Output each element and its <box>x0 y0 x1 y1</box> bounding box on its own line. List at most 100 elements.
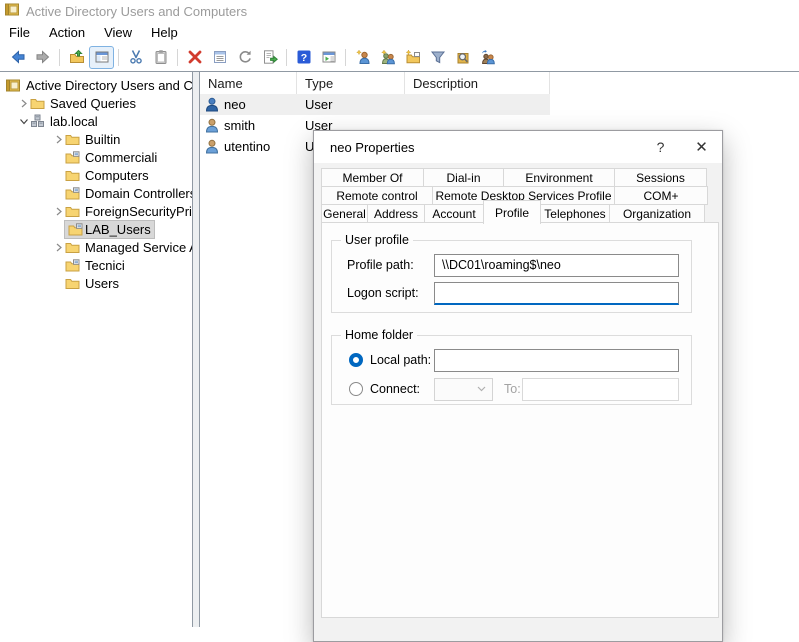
forward-icon[interactable] <box>30 46 55 69</box>
tab-account[interactable]: Account <box>424 204 484 223</box>
list-cell-name: smith <box>224 118 255 133</box>
tree-item-root[interactable]: Active Directory Users and Com <box>0 76 192 94</box>
folder-icon <box>65 168 80 182</box>
connect-radio[interactable]: Connect: <box>349 382 420 396</box>
console-window-icon[interactable] <box>316 46 341 69</box>
user-profile-group: User profile Profile path: Logon script: <box>331 240 692 313</box>
window-titlebar: Active Directory Users and Computers <box>0 0 799 22</box>
tree-item-saved-queries[interactable]: Saved Queries <box>0 94 192 112</box>
user-icon <box>205 97 219 112</box>
folder-icon <box>65 240 80 254</box>
refresh-icon[interactable] <box>232 46 257 69</box>
tab-organization[interactable]: Organization <box>609 204 705 223</box>
dialog-help-button[interactable]: ? <box>640 131 681 163</box>
tree-item-commerciali[interactable]: Commerciali <box>0 148 192 166</box>
tree-item-label: ForeignSecurityPrincipals <box>85 204 193 219</box>
tab-com-plus[interactable]: COM+ <box>614 186 708 205</box>
tree-item-label: Tecnici <box>85 258 125 273</box>
tree-item-domain-controllers[interactable]: Domain Controllers <box>0 184 192 202</box>
chevron-right-icon[interactable] <box>17 94 30 112</box>
paste-icon[interactable] <box>148 46 173 69</box>
new-user-icon[interactable] <box>350 46 375 69</box>
show-console-tree-icon[interactable] <box>89 46 114 69</box>
radio-selected-icon <box>349 353 363 367</box>
dialog-close-button[interactable]: ✕ <box>681 131 722 163</box>
ou-folder-icon <box>65 258 80 272</box>
tab-environment[interactable]: Environment <box>503 168 615 187</box>
chevron-right-icon[interactable] <box>52 238 65 256</box>
local-path-input[interactable] <box>434 349 679 372</box>
list-row-neo[interactable]: neo User <box>200 94 550 115</box>
logon-script-label: Logon script: <box>347 286 419 300</box>
tree-item-foreign-security-principals[interactable]: ForeignSecurityPrincipals <box>0 202 192 220</box>
chevron-right-icon[interactable] <box>52 202 65 220</box>
tree-item-label: Computers <box>85 168 149 183</box>
drive-letter-dropdown[interactable] <box>434 378 493 401</box>
chevron-right-icon[interactable] <box>52 130 65 148</box>
list-cell-type: User <box>297 97 405 112</box>
user-icon <box>205 118 219 133</box>
up-one-level-icon[interactable] <box>64 46 89 69</box>
tab-address[interactable]: Address <box>367 204 425 223</box>
profile-tab-page: User profile Profile path: Logon script:… <box>321 222 719 618</box>
tree-item-domain[interactable]: lab.local <box>0 112 192 130</box>
column-header-type[interactable]: Type <box>297 72 405 94</box>
help-icon[interactable]: ? <box>291 46 316 69</box>
dialog-title: neo Properties <box>330 140 640 155</box>
toolbar: ? <box>0 43 799 71</box>
tree-item-label: lab.local <box>50 114 98 129</box>
menu-bar: File Action View Help <box>0 22 799 43</box>
svg-text:?: ? <box>300 52 306 64</box>
tab-telephones[interactable]: Telephones <box>540 204 610 223</box>
back-icon[interactable] <box>5 46 30 69</box>
tree-item-builtin[interactable]: Builtin <box>0 130 192 148</box>
delete-icon[interactable] <box>182 46 207 69</box>
find-icon[interactable] <box>450 46 475 69</box>
group-label: Home folder <box>341 328 417 343</box>
ou-folder-icon <box>65 186 80 200</box>
tab-remote-control[interactable]: Remote control <box>321 186 433 205</box>
menu-file[interactable]: File <box>0 23 40 43</box>
dialog-titlebar: neo Properties ? ✕ <box>314 131 722 163</box>
domain-icon <box>30 114 45 128</box>
console-icon <box>6 78 21 92</box>
tab-sessions[interactable]: Sessions <box>614 168 707 187</box>
tree-item-managed-service-accounts[interactable]: Managed Service Accounts <box>0 238 192 256</box>
toolbar-separator <box>59 49 60 66</box>
menu-action[interactable]: Action <box>40 23 95 43</box>
tree-item-label: Users <box>85 276 119 291</box>
to-label: To: <box>504 382 521 396</box>
filter-icon[interactable] <box>425 46 450 69</box>
column-header-name[interactable]: Name <box>200 72 297 94</box>
delegate-control-icon[interactable] <box>475 46 500 69</box>
tab-member-of[interactable]: Member Of <box>321 168 424 187</box>
chevron-down-icon[interactable] <box>17 112 30 130</box>
tree-item-users[interactable]: Users <box>0 274 192 292</box>
console-tree-pane: Active Directory Users and Com Saved Que… <box>0 72 193 627</box>
export-list-icon[interactable] <box>257 46 282 69</box>
folder-icon <box>65 132 80 146</box>
neo-properties-dialog: neo Properties ? ✕ Member Of Dial-in Env… <box>313 130 723 642</box>
chevron-down-icon <box>477 386 486 392</box>
tree-item-computers[interactable]: Computers <box>0 166 192 184</box>
menu-view[interactable]: View <box>95 23 142 43</box>
properties-icon[interactable] <box>207 46 232 69</box>
connect-to-input[interactable] <box>522 378 679 401</box>
cut-icon[interactable] <box>123 46 148 69</box>
toolbar-separator <box>177 49 178 66</box>
profile-path-input[interactable] <box>434 254 679 277</box>
tree-item-tecnici[interactable]: Tecnici <box>0 256 192 274</box>
new-ou-icon[interactable] <box>400 46 425 69</box>
tree-item-lab-users[interactable]: LAB_Users <box>0 220 192 238</box>
tab-general[interactable]: General <box>321 204 368 223</box>
tree-item-label: Active Directory Users and Com <box>26 78 193 93</box>
local-path-radio[interactable]: Local path: <box>349 353 431 367</box>
logon-script-input[interactable] <box>434 282 679 305</box>
column-header-description[interactable]: Description <box>405 72 550 94</box>
new-group-icon[interactable] <box>375 46 400 69</box>
menu-help[interactable]: Help <box>142 23 188 43</box>
tab-dial-in[interactable]: Dial-in <box>423 168 504 187</box>
tab-profile[interactable]: Profile <box>483 200 541 224</box>
tree-item-label: Domain Controllers <box>85 186 193 201</box>
property-tabs: Member Of Dial-in Environment Sessions R… <box>321 168 711 223</box>
